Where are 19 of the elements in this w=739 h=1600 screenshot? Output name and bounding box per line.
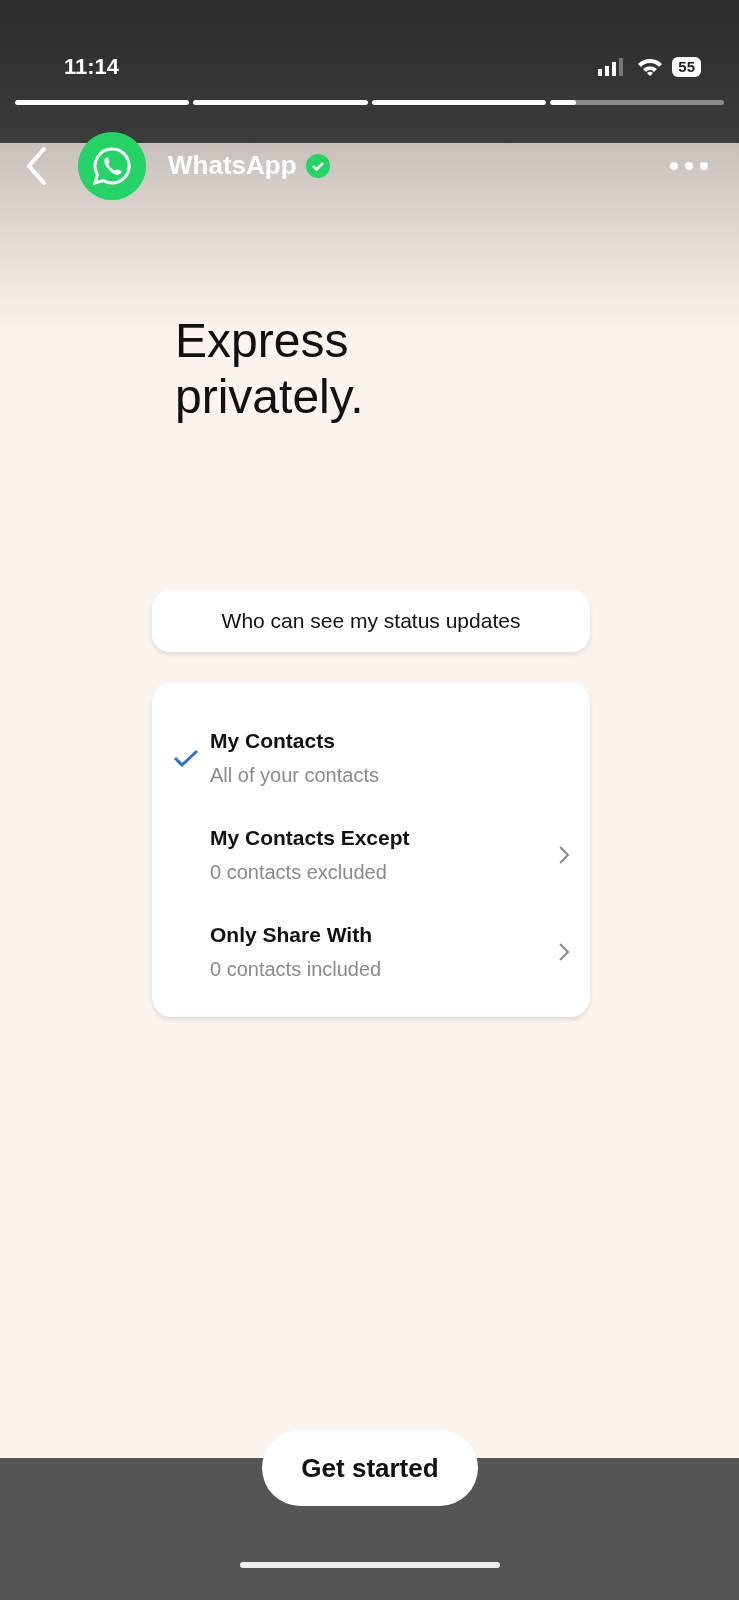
- battery-level: 55: [672, 56, 701, 77]
- option-title: My Contacts: [210, 727, 336, 754]
- status-time: 11:14: [64, 53, 120, 81]
- wifi-icon: [636, 56, 665, 77]
- option-title: My Contacts Except: [210, 824, 411, 851]
- privacy-option[interactable]: Only Share With 0 contacts included: [152, 900, 590, 997]
- headline: Express privately.: [175, 313, 365, 425]
- chat-bubble-logo-icon: [78, 131, 146, 200]
- option-description: All of your contacts: [210, 763, 380, 789]
- privacy-option[interactable]: My Contacts Except 0 contacts excluded: [152, 803, 590, 900]
- option-description: 0 contacts included: [210, 957, 383, 983]
- back-icon[interactable]: [24, 145, 48, 186]
- question-card: Who can see my status updates: [152, 590, 590, 652]
- option-title: Only Share With: [210, 921, 373, 948]
- more-options-icon[interactable]: [669, 160, 709, 171]
- get-started-button[interactable]: Get started: [262, 1430, 478, 1506]
- privacy-option[interactable]: My Contacts All of your contacts: [152, 706, 590, 803]
- account-name: WhatsApp: [168, 149, 297, 182]
- option-description: 0 contacts excluded: [210, 860, 388, 886]
